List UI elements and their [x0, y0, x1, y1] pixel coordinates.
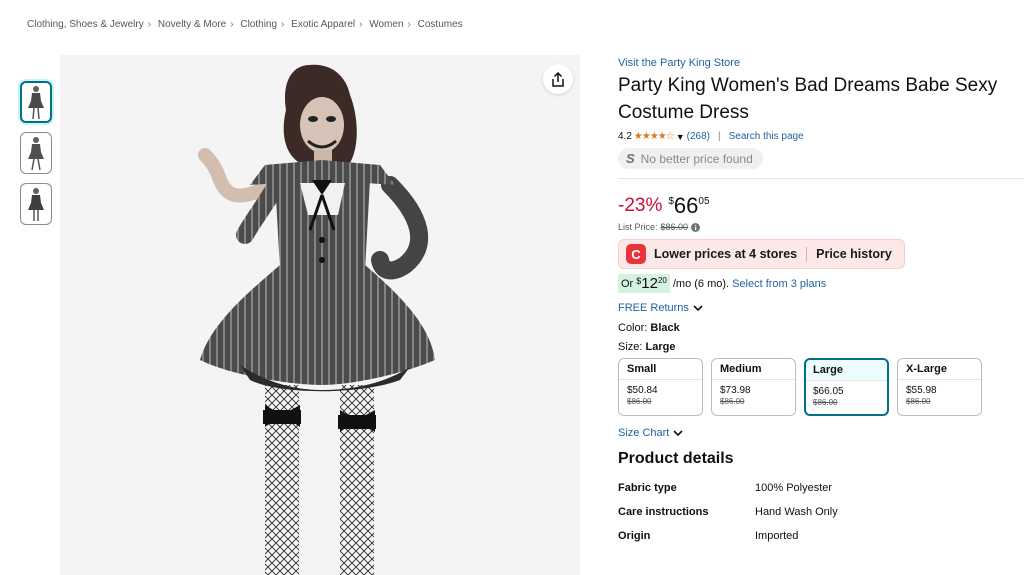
installment-row: Or $ 12 20 /mo (6 mo). Select from 3 pla… — [618, 274, 1024, 293]
list-price-row: List Price: $86.00 — [618, 222, 1024, 232]
rating-row: 4.2 ★★★★☆ ▼ (268) | Search this page — [618, 131, 1024, 142]
breadcrumb-separator: › — [147, 19, 152, 30]
breadcrumb-clothing-shoes-jewelry[interactable]: Clothing, Shoes & Jewelry — [27, 19, 144, 30]
size-chart-link[interactable]: Size Chart — [618, 427, 1024, 439]
chevron-down-icon[interactable]: ▼ — [676, 132, 685, 142]
product-details-table: Fabric type 100% Polyester Care instruct… — [618, 482, 1024, 554]
costume-thumbnail-icon — [28, 86, 44, 120]
chevron-down-icon — [693, 304, 703, 311]
size-option-small[interactable]: Small $50.84 $86.00 — [618, 358, 703, 416]
thumbnail-3[interactable] — [20, 183, 52, 225]
detail-key: Fabric type — [618, 482, 677, 494]
thumbnail-strip — [20, 81, 52, 234]
size-option-price: $55.98 — [906, 385, 937, 396]
size-option-name: X-Large — [898, 359, 981, 380]
price-tracker-banner[interactable]: C Lower prices at 4 stores Price history — [618, 239, 905, 269]
detail-value: Hand Wash Only — [755, 506, 838, 518]
divider — [618, 178, 1024, 179]
size-option-list-price: $86.00 — [906, 397, 931, 406]
thumbnail-2[interactable] — [20, 132, 52, 174]
breadcrumb-women[interactable]: Women — [369, 19, 403, 30]
detail-value: 100% Polyester — [755, 482, 833, 494]
thumbnail-1[interactable] — [20, 81, 52, 123]
size-option-medium[interactable]: Medium $73.98 $86.00 — [711, 358, 796, 416]
size-chart-label: Size Chart — [618, 427, 670, 439]
detail-key: Care instructions — [618, 506, 709, 518]
size-option-price: $50.84 — [627, 385, 658, 396]
size-option-price: $66.05 — [813, 386, 844, 397]
size-option-list-price: $86.00 — [813, 398, 838, 407]
product-info-panel: Visit the Party King Store Party King Wo… — [618, 56, 1024, 554]
size-value: Large — [645, 341, 676, 353]
rating-value: 4.2 — [618, 131, 632, 142]
size-option-large[interactable]: Large $66.05 $86.00 — [804, 358, 889, 416]
breadcrumb-novelty-more[interactable]: Novelty & More — [158, 19, 226, 30]
table-row: Origin Imported — [618, 530, 1024, 554]
price-fraction: 05 — [698, 196, 710, 207]
info-icon[interactable] — [691, 222, 701, 232]
breadcrumb-separator: › — [359, 19, 363, 30]
no-better-price-badge[interactable]: S No better price found — [618, 148, 763, 169]
breadcrumb-costumes[interactable]: Costumes — [418, 19, 463, 30]
divider — [806, 246, 808, 262]
chevron-down-icon — [673, 429, 683, 436]
list-price-value: $86.00 — [660, 222, 689, 232]
costume-thumbnail-icon — [28, 137, 44, 171]
price-history-link[interactable]: Price history — [816, 247, 892, 261]
detail-key: Origin — [618, 530, 651, 542]
installment-terms: /mo (6 mo). — [672, 277, 730, 290]
installment-whole: 12 — [641, 275, 658, 292]
size-options: Small $50.84 $86.00 Medium $73.98 $86.00… — [618, 358, 1024, 416]
price-tracker-icon: C — [626, 244, 646, 264]
free-returns-link[interactable]: FREE Returns — [618, 302, 1024, 314]
share-icon — [552, 71, 564, 87]
breadcrumb-separator: › — [407, 19, 411, 30]
search-this-page-link[interactable]: Search this page — [729, 131, 804, 142]
share-button[interactable] — [543, 64, 573, 94]
breadcrumb: Clothing, Shoes & Jewelry › Novelty & Mor… — [27, 19, 463, 30]
size-option-list-price: $86.00 — [627, 397, 652, 406]
table-row: Care instructions Hand Wash Only — [618, 506, 1024, 530]
costume-dress-image — [198, 64, 435, 575]
product-title: Party King Women's Bad Dreams Babe Sexy … — [618, 75, 998, 123]
shopping-extension-logo-icon: S — [626, 151, 635, 166]
select-plans-link[interactable]: Select from 3 plans — [732, 278, 826, 290]
breadcrumb-clothing[interactable]: Clothing — [240, 19, 277, 30]
costume-thumbnail-icon — [28, 188, 44, 221]
color-label: Color: — [618, 322, 648, 334]
size-option-price: $73.98 — [720, 385, 751, 396]
breadcrumb-separator: › — [281, 19, 285, 30]
price-whole: 66 — [673, 193, 699, 218]
size-selection: Size: Large — [618, 341, 1024, 353]
main-product-image[interactable] — [60, 55, 580, 575]
size-option-name: Small — [619, 359, 702, 380]
divider: | — [718, 131, 721, 142]
size-option-name: Large — [806, 360, 887, 381]
table-row: Fabric type 100% Polyester — [618, 482, 1024, 506]
store-link[interactable]: Visit the Party King Store — [618, 57, 1024, 69]
no-better-price-text: No better price found — [640, 151, 753, 166]
size-option-name: Medium — [712, 359, 795, 380]
star-rating-icon[interactable]: ★★★★☆ — [634, 131, 675, 142]
installment-amount: Or $ 12 20 — [618, 274, 670, 293]
list-price-label: List Price: — [618, 222, 658, 232]
detail-value: Imported — [755, 530, 799, 542]
size-option-list-price: $86.00 — [720, 397, 745, 406]
size-label: Size: — [618, 341, 643, 353]
color-value: Black — [650, 322, 680, 334]
discount-percent: -23% — [618, 195, 663, 216]
installment-prefix: Or — [621, 278, 634, 290]
product-details-heading: Product details — [618, 450, 734, 467]
free-returns-label: FREE Returns — [618, 302, 689, 314]
size-option-x-large[interactable]: X-Large $55.98 $86.00 — [897, 358, 982, 416]
breadcrumb-exotic-apparel[interactable]: Exotic Apparel — [291, 19, 355, 30]
rating-count-link[interactable]: (268) — [687, 131, 710, 142]
lower-prices-link[interactable]: Lower prices at 4 stores — [654, 247, 797, 261]
price-block: -23% $ 66 05 — [618, 194, 1024, 218]
installment-fraction: 20 — [657, 276, 667, 285]
color-selection: Color: Black — [618, 322, 1024, 334]
breadcrumb-separator: › — [230, 19, 234, 30]
